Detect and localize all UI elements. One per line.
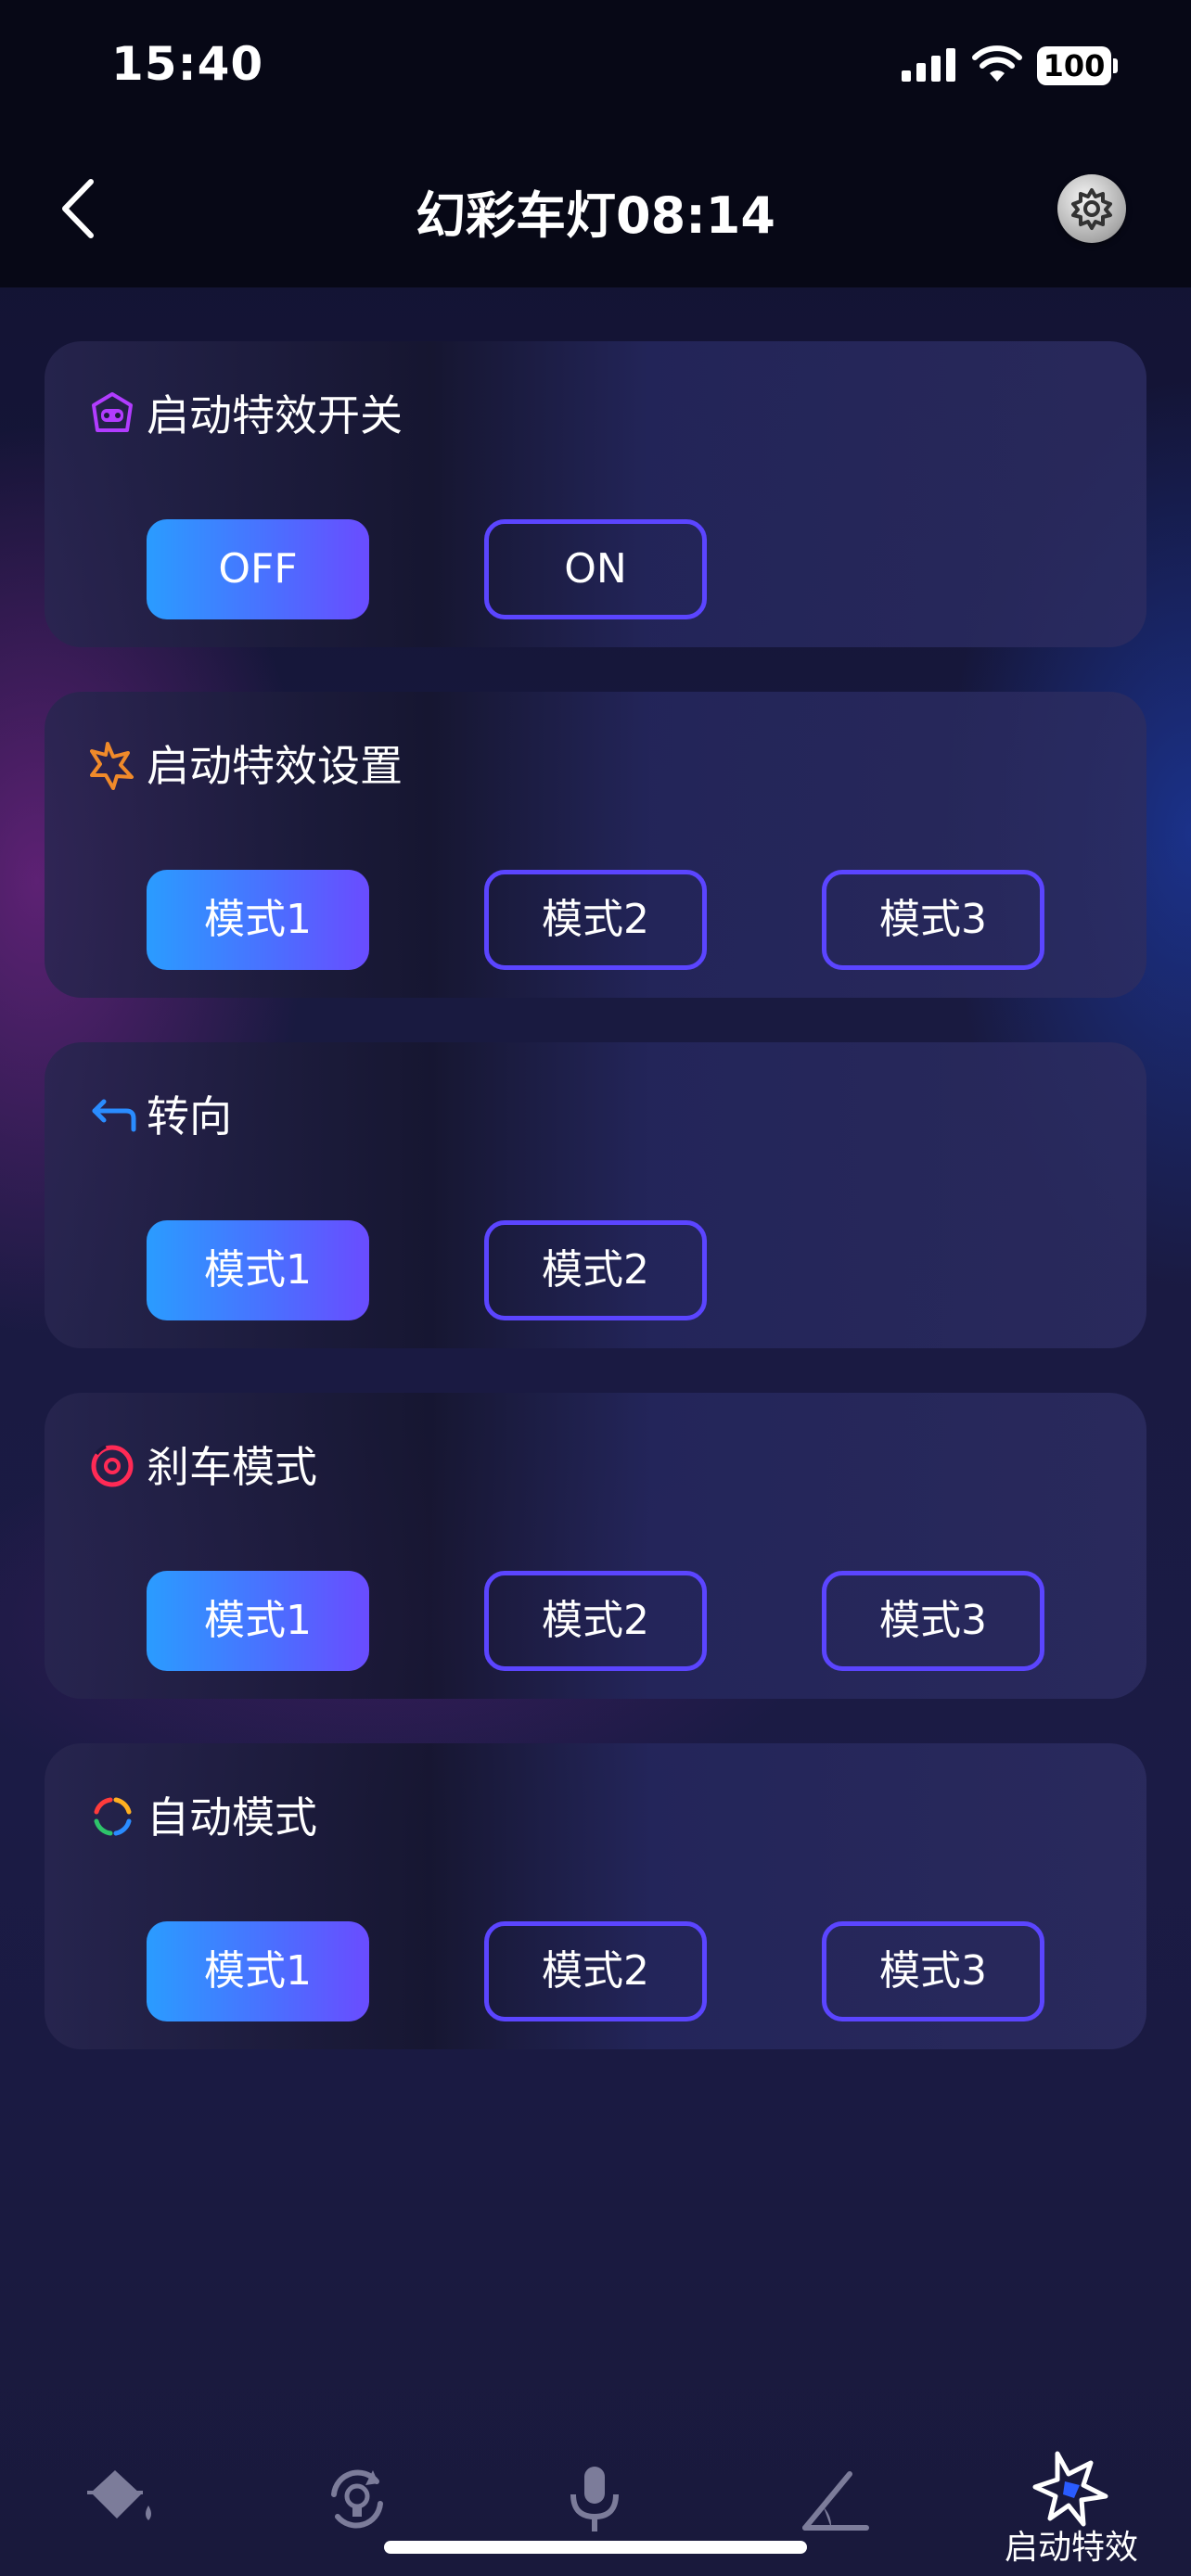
card-title: 启动特效设置 [147,741,403,791]
card-brake-mode: 刹车模式 模式1 模式2 模式3 [45,1393,1146,1699]
mode-3-button[interactable]: 模式3 [822,870,1044,970]
mode-1-button[interactable]: 模式1 [147,870,369,970]
mode-2-button[interactable]: 模式2 [484,870,707,970]
angle-icon[interactable] [794,2457,877,2541]
wifi-icon [972,45,1022,82]
page-title: 幻彩车灯08:14 [416,186,775,245]
mode-3-button[interactable]: 模式3 [822,1921,1044,2021]
settings-button[interactable] [1057,174,1126,243]
card-title: 转向 [147,1091,232,1141]
status-bar: 15:40 100 [0,0,1191,148]
mode-1-button[interactable]: 模式1 [147,1220,369,1320]
gear-icon [1071,188,1112,230]
robot-icon [92,392,133,432]
card-auto-mode: 自动模式 模式1 模式2 模式3 [45,1743,1146,2049]
battery-indicator: 100 [1037,46,1111,85]
mode-3-button[interactable]: 模式3 [822,1571,1044,1671]
status-time: 15:40 [111,37,264,91]
home-indicator [384,2541,807,2554]
card-title: 启动特效开关 [147,390,403,440]
mode-1-button[interactable]: 模式1 [147,1571,369,1671]
card-startup-settings: 启动特效设置 模式1 模式2 模式3 [45,692,1146,998]
turn-arrow-icon [92,1099,136,1132]
paint-bucket-icon[interactable] [78,2457,161,2541]
startup-effect-star-icon[interactable] [1030,2446,1113,2530]
card-title: 刹车模式 [147,1442,317,1492]
microphone-icon[interactable] [553,2457,636,2541]
brake-icon [91,1445,134,1487]
card-turn-signal: 转向 模式1 模式2 [45,1042,1146,1348]
cellular-signal-icon [902,48,955,82]
rotating-bulb-icon[interactable] [315,2457,399,2541]
mode-1-button[interactable]: 模式1 [147,1921,369,2021]
on-button[interactable]: ON [484,519,707,619]
star-icon [90,742,134,790]
battery-tip [1113,58,1118,73]
auto-cycle-icon [94,1797,132,1836]
card-title: 自动模式 [147,1792,317,1843]
mode-2-button[interactable]: 模式2 [484,1220,707,1320]
mode-2-button[interactable]: 模式2 [484,1921,707,2021]
card-startup-switch: 启动特效开关 OFF ON [45,341,1146,647]
tab-label-startup-effect[interactable]: 启动特效 [983,2520,1159,2569]
off-button[interactable]: OFF [147,519,369,619]
mode-2-button[interactable]: 模式2 [484,1571,707,1671]
